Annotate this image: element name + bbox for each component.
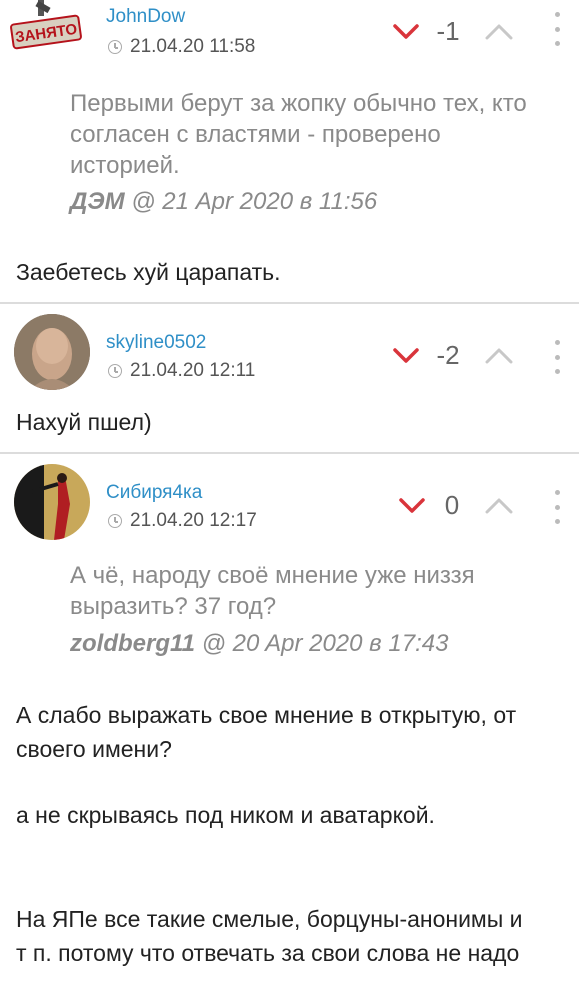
comment-timestamp: 21.04.20 11:58 (108, 36, 255, 58)
timestamp-text: 21.04.20 12:11 (130, 360, 256, 381)
chevron-up-icon (485, 498, 513, 514)
quote-date: @ 20 Apr 2020 в 17:43 (201, 630, 449, 657)
comment-text: Заебетесь хуй царапать. (16, 259, 281, 285)
chevron-up-icon (485, 348, 513, 364)
comment-text: а не скрываясь под ником и аватаркой. (16, 802, 435, 828)
quote-author[interactable]: ДЭМ (70, 188, 125, 215)
quote-source: zoldberg11 @ 20 Apr 2020 в 17:43 (70, 630, 448, 658)
clock-icon (108, 514, 122, 528)
comment-timestamp: 21.04.20 12:11 (108, 360, 255, 382)
comment-divider (0, 302, 579, 304)
quote-author[interactable]: zoldberg11 (70, 630, 195, 657)
avatar[interactable]: ЗАНЯТО (8, 0, 84, 50)
comment-author[interactable]: JohnDow (106, 6, 185, 28)
comment-score: 0 (444, 490, 460, 520)
more-vertical-icon (554, 490, 560, 495)
more-options-button[interactable] (552, 12, 562, 46)
chevron-down-icon (393, 348, 419, 363)
comment-divider (0, 452, 579, 454)
comment-text: Нахуй пшел) (16, 409, 152, 435)
comment-score: -2 (436, 340, 460, 370)
downvote-button[interactable] (398, 496, 426, 516)
more-options-button[interactable] (552, 340, 562, 374)
more-vertical-icon (554, 12, 560, 17)
avatar[interactable] (14, 464, 90, 540)
quote-source: ДЭМ @ 21 Apr 2020 в 11:56 (70, 188, 377, 216)
chevron-down-icon (393, 24, 419, 39)
timestamp-text: 21.04.20 11:58 (130, 36, 256, 57)
downvote-button[interactable] (392, 22, 420, 42)
comment-author[interactable]: skyline0502 (106, 332, 206, 354)
quote-text: Первыми берут за жопку обычно тех, кто с… (70, 90, 527, 179)
clock-icon (108, 364, 122, 378)
upvote-button[interactable] (484, 22, 514, 42)
downvote-button[interactable] (392, 346, 420, 366)
upvote-button[interactable] (484, 346, 514, 366)
quote-text: А чё, народу своё мнение уже низзя выраз… (70, 562, 475, 620)
avatar[interactable] (14, 314, 90, 390)
comment-timestamp: 21.04.20 12:17 (108, 510, 257, 532)
upvote-button[interactable] (484, 496, 514, 516)
comment-author[interactable]: Сибиря4ка (106, 482, 202, 504)
timestamp-text: 21.04.20 12:17 (130, 510, 257, 531)
quote-date: @ 21 Apr 2020 в 11:56 (131, 188, 378, 215)
comment-score: -1 (436, 16, 460, 46)
comment-text: А слабо выражать свое мнение в открытую,… (16, 702, 517, 762)
more-options-button[interactable] (552, 490, 562, 524)
clock-icon (108, 40, 122, 54)
chevron-down-icon (399, 498, 425, 513)
more-vertical-icon (554, 340, 560, 345)
chevron-up-icon (485, 24, 513, 40)
comment-text: На ЯПе все такие смелые, борцуны-анонимы… (16, 906, 523, 966)
